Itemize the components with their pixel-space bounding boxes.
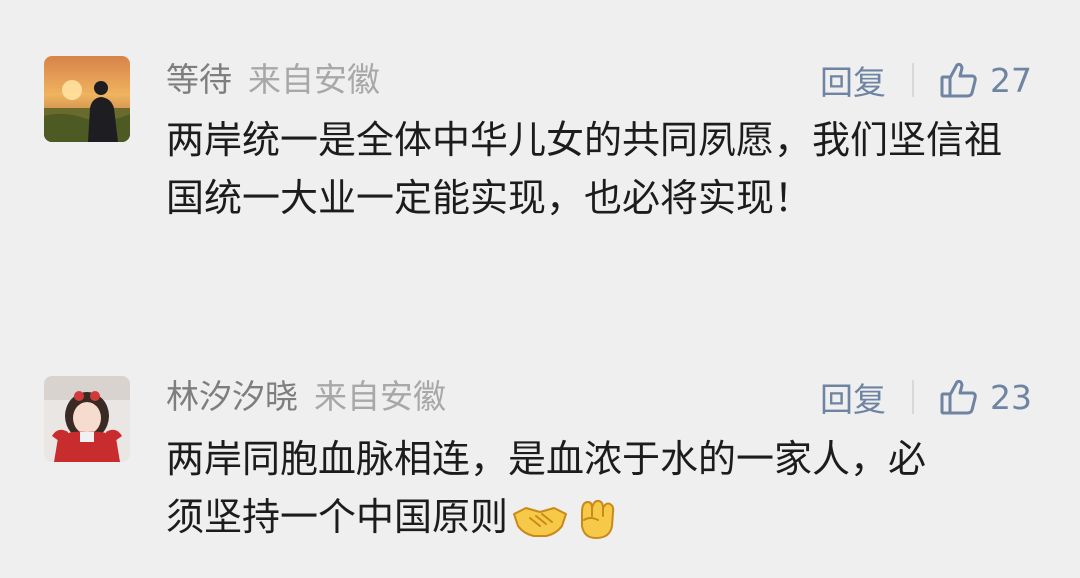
nickname[interactable]: 等待 <box>166 58 232 102</box>
comment-item: 等待 来自安徽 回复 27 两岸统一是全体中华儿女的共同夙愿，我们坚信祖国统一大… <box>0 56 1080 306</box>
avatar[interactable] <box>44 56 130 142</box>
thumbs-up-icon[interactable] <box>940 61 978 99</box>
handshake-emoji-icon <box>512 498 568 556</box>
avatar[interactable] <box>44 376 130 462</box>
like-count: 27 <box>990 60 1032 100</box>
location-label: 来自安徽 <box>248 60 380 99</box>
comment-body: 两岸同胞血脉相连，是血浓于水的一家人，必须坚持一个中国原则 <box>166 430 946 556</box>
sunset-silhouette-avatar-icon <box>44 56 130 142</box>
like-count: 23 <box>990 377 1032 417</box>
reply-button[interactable]: 回复 <box>820 373 886 421</box>
thumbs-up-icon[interactable] <box>940 378 978 416</box>
action-divider <box>912 380 914 414</box>
reply-button[interactable]: 回复 <box>820 56 886 104</box>
location-label: 来自安徽 <box>314 377 446 416</box>
girl-red-sweater-avatar-icon <box>44 376 130 462</box>
raised-fist-emoji-icon <box>572 494 618 556</box>
comment-meta: 林汐汐晓 来自安徽 <box>166 375 446 419</box>
action-divider <box>912 63 914 97</box>
comment-meta: 等待 来自安徽 <box>166 58 380 102</box>
comment-actions: 回复 23 <box>820 373 1032 421</box>
comment-item: 林汐汐晓 来自安徽 回复 23 两岸同胞血脉相连，是血浓于水的一家人，必须坚持一… <box>0 373 1080 563</box>
comment-text: 两岸统一是全体中华儿女的共同夙愿，我们坚信祖国统一大业一定能实现，也必将实现！ <box>166 118 1003 220</box>
nickname[interactable]: 林汐汐晓 <box>166 375 298 419</box>
comment-actions: 回复 27 <box>820 56 1032 104</box>
